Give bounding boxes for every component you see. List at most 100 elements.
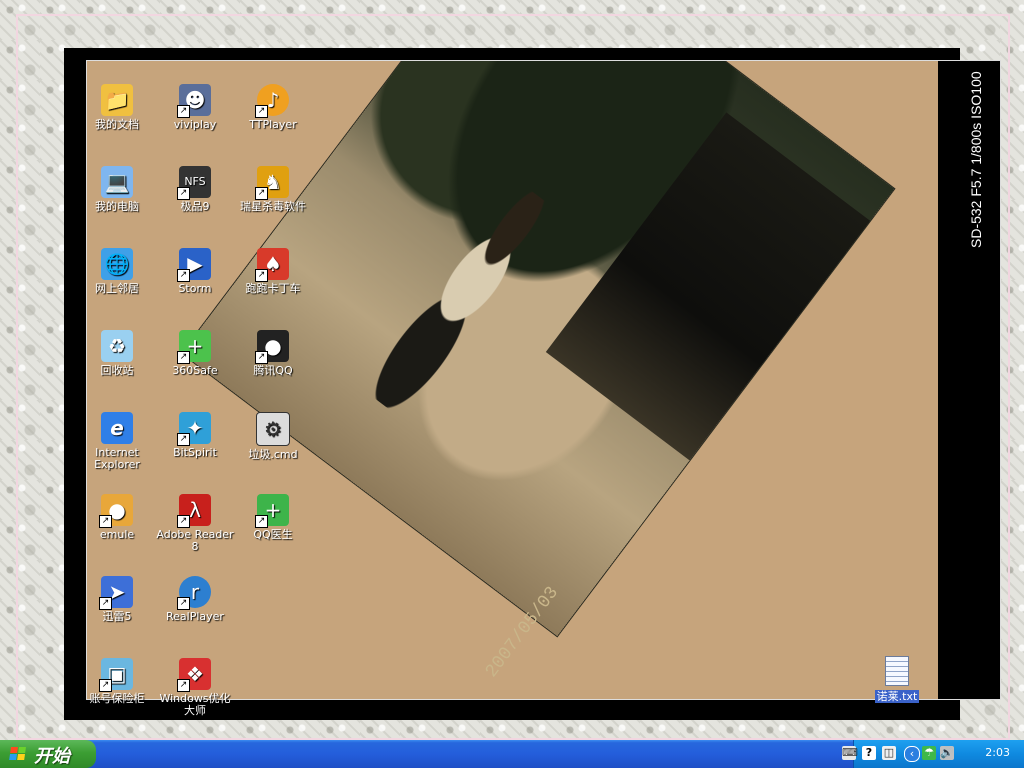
desktop-icon-realplayer[interactable]: r ↗ RealPlayer [156,576,234,623]
desktop-icon-label: 瑞星杀毒软件 [240,200,306,213]
desktop-icon-label: 极品9 [180,200,210,213]
text-file-icon [885,656,909,686]
photo-date-stamp: 2007/05/03 [481,583,563,682]
shortcut-arrow-icon: ↗ [177,269,190,282]
desktop-icon-label: TTPlayer [249,118,297,131]
shortcut-arrow-icon: ↗ [255,269,268,282]
desktop-icon-label: Windows优化大师 [159,692,231,717]
qq-doctor-icon: + ↗ [255,494,289,528]
desktop-icon-label: 回收站 [100,364,134,377]
shortcut-arrow-icon: ↗ [177,433,190,446]
desktop-icon-label: viviplay [173,118,217,131]
umbrella-icon[interactable]: ☂ [922,746,936,760]
emule-icon: ● ↗ [99,494,133,528]
desktop-icon-label: 我的电脑 [95,200,139,213]
desktop-file-label: 诺莱.txt [874,690,920,703]
desktop-file-text[interactable]: 诺莱.txt [868,656,926,704]
desktop-icon-windows-master[interactable]: ❖ ↗ Windows优化大师 [156,658,234,717]
thunder-icon: ➤ ↗ [99,576,133,610]
desktop-icon-my-computer[interactable]: 💻 我的电脑 [78,166,156,213]
desktop-icon-label: emule [99,528,135,541]
desktop-icon-label: 360Safe [172,364,218,377]
desktop-icon-kartrider[interactable]: ♠ ↗ 跑跑卡丁车 [234,248,312,295]
desktop-icon-label: Adobe Reader 8 [156,528,234,553]
adobe-reader-icon: λ ↗ [177,494,211,528]
qq-icon: ● ↗ [255,330,289,364]
desktop-icon-recycle-bin[interactable]: ♻ 回收站 [78,330,156,377]
desktop-icon-rising-antivirus[interactable]: ♞ ↗ 瑞星杀毒软件 [234,166,312,213]
desktop-icon-label: RealPlayer [166,610,224,623]
desktop-icon-bitspirit[interactable]: ✦ ↗ BitSpirit [156,412,234,459]
network-icon[interactable]: ◫ [882,746,896,760]
start-label: 开始 [34,746,70,767]
windows-master-icon: ❖ ↗ [177,658,211,692]
storm-icon: ▶ ↗ [177,248,211,282]
back-arrow-icon[interactable]: ‹ [904,746,920,762]
ttplayer-icon: ♪ ↗ [255,84,289,118]
desktop-icon-account-safe[interactable]: ▣ ↗ 账号保险柜 [78,658,156,705]
help-icon[interactable]: ? [862,746,876,760]
my-documents-icon: 📁 [101,84,133,116]
desktop-icon-qq-doctor[interactable]: + ↗ QQ医生 [234,494,312,541]
speaker-icon[interactable]: 🔊 [940,746,954,760]
exif-text: SD-532 F5.7 1/800s ISO100 [968,71,984,248]
desktop-icon-label: 腾讯QQ [253,364,293,377]
desktop-icon-storm[interactable]: ▶ ↗ Storm [156,248,234,295]
nfs-icon: NFS ↗ [177,166,211,200]
shortcut-arrow-icon: ↗ [99,679,112,692]
network-places-icon: 🌐 [101,248,133,280]
keyboard-icon[interactable]: ⌨ [842,746,858,760]
my-computer-icon: 💻 [101,166,133,198]
exif-strip: SD-532 F5.7 1/800s ISO100 [938,60,1001,700]
desktop-icon-label: 网上邻居 [95,282,139,295]
taskbar-clock[interactable]: 2:03 [985,746,1010,759]
desktop-icon-label: QQ医生 [253,528,293,541]
realplayer-icon: r ↗ [177,576,211,610]
desktop-icon-my-documents[interactable]: 📁 我的文档 [78,84,156,131]
shortcut-arrow-icon: ↗ [255,105,268,118]
internet-explorer-icon: e [101,412,133,444]
shortcut-arrow-icon: ↗ [177,515,190,528]
desktop-icon-adobe-reader[interactable]: λ ↗ Adobe Reader 8 [156,494,234,553]
desktop-icon-label: Storm [178,282,212,295]
photo-building [545,112,871,461]
shortcut-arrow-icon: ↗ [177,351,190,364]
desktop-icon-qq[interactable]: ● ↗ 腾讯QQ [234,330,312,377]
360safe-icon: + ↗ [177,330,211,364]
start-button[interactable]: 开始 [0,740,96,768]
recycle-bin-icon: ♻ [101,330,133,362]
account-safe-icon: ▣ ↗ [99,658,133,692]
taskbar: 开始 ⌨ ? ◫ ‹ ☂ 🔊 2:03 [0,740,1024,768]
desktop-icon-label: Internet Explorer [94,446,140,471]
cmd-file-icon: ⚙ [256,412,290,446]
desktop-icon-emule[interactable]: ● ↗ emule [78,494,156,541]
desktop-icon-internet-explorer[interactable]: e Internet Explorer [78,412,156,471]
desktop-icon-360safe[interactable]: + ↗ 360Safe [156,330,234,377]
shortcut-arrow-icon: ↗ [255,187,268,200]
windows-flag-icon [9,747,27,761]
bitspirit-icon: ✦ ↗ [177,412,211,446]
desktop-icon-cmd-file[interactable]: ⚙ 垃圾.cmd [234,412,312,461]
shortcut-arrow-icon: ↗ [177,105,190,118]
photo-people [325,153,595,446]
desktop-icon-viviplay[interactable]: ☻ ↗ viviplay [156,84,234,131]
viviplay-icon: ☻ ↗ [177,84,211,118]
kartrider-icon: ♠ ↗ [255,248,289,282]
desktop-icon-label: 跑跑卡丁车 [245,282,301,295]
shortcut-arrow-icon: ↗ [99,515,112,528]
shortcut-arrow-icon: ↗ [255,515,268,528]
desktop-icon-ttplayer[interactable]: ♪ ↗ TTPlayer [234,84,312,131]
shortcut-arrow-icon: ↗ [177,187,190,200]
desktop-icon-label: 我的文档 [95,118,139,131]
desktop-icon-label: 迅雷5 [102,610,132,623]
shortcut-arrow-icon: ↗ [177,679,190,692]
desktop-icon-label: 账号保险柜 [89,692,145,705]
desktop-icon-nfs[interactable]: NFS ↗ 极品9 [156,166,234,213]
desktop-icon-thunder[interactable]: ➤ ↗ 迅雷5 [78,576,156,623]
desktop-icon-network-places[interactable]: 🌐 网上邻居 [78,248,156,295]
desktop-icon-label: BitSpirit [173,446,217,459]
rising-antivirus-icon: ♞ ↗ [255,166,289,200]
shortcut-arrow-icon: ↗ [255,351,268,364]
desktop-icon-label: 垃圾.cmd [248,448,298,461]
system-tray: ⌨ ? ◫ ‹ ☂ 🔊 2:03 [842,740,1024,768]
